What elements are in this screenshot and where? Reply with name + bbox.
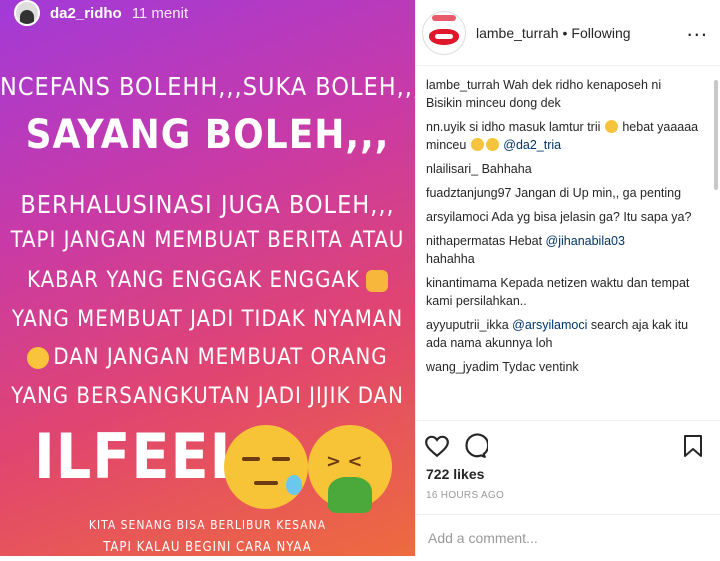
story-line: ILFEEL	[34, 420, 247, 493]
heart-icon[interactable]	[424, 433, 450, 459]
story-line: NCEFANS BOLEHH,,,SUKA BOLEH,,,	[0, 72, 415, 101]
fist-emoji-icon	[365, 270, 388, 292]
thinking-emoji-icon	[27, 347, 50, 369]
story-line: YANG MEMBUAT JADI TIDAK NYAMAN	[11, 307, 404, 332]
comment-mention[interactable]: @jihanabila03	[546, 234, 625, 248]
comment-username[interactable]: nn.uyik	[426, 120, 466, 134]
comment: arsyilamoci Ada yg bisa jelasin ga? Itu …	[426, 208, 711, 226]
vomiting-face-emoji-icon: > <	[308, 425, 392, 513]
comment: nithapermatas Hebat @jihanabila03 hahahh…	[426, 232, 711, 268]
comment-text: Wah dek ridho kenaposeh ni	[503, 78, 662, 92]
comment: nlailisari_ Bahhaha	[426, 160, 711, 178]
post-header: lambe_turrah • Following ...	[416, 0, 720, 66]
comment-username[interactable]: kinantimama	[426, 276, 497, 290]
comment: wang_jyadim Tydac ventink	[426, 358, 711, 376]
likes-count[interactable]: 722 likes	[426, 466, 484, 482]
account-avatar[interactable]	[422, 10, 466, 55]
story-username: da2_ridho	[50, 4, 122, 22]
comment-username[interactable]: nithapermatas	[426, 234, 505, 248]
follow-status-button[interactable]: Following	[571, 25, 630, 41]
comment-icon[interactable]	[462, 433, 488, 459]
comment-text: Jangan di Up min,, ga penting	[514, 186, 682, 200]
comment-text: Hebat	[508, 234, 543, 248]
story-screenshot: da2_ridho 11 menit NCEFANS BOLEHH,,,SUKA…	[0, 0, 415, 556]
story-time: 11 menit	[131, 4, 189, 22]
add-comment-input[interactable]	[426, 529, 690, 547]
comment-username[interactable]: wang_jyadim	[426, 360, 499, 374]
story-caption: KITA SENANG BISA BERLIBUR KESANA	[88, 518, 327, 532]
comment-username[interactable]: arsyilamoci	[426, 210, 489, 224]
comment: ayyuputrii_ikka @arsyilamoci search aja …	[426, 316, 711, 352]
comments-list[interactable]: lambe_turrah Wah dek ridho kenaposeh ni …	[416, 76, 720, 420]
story-line: KABAR YANG ENGGAK ENGGAK	[27, 268, 360, 293]
story-line: SAYANG BOLEH,,,	[25, 112, 390, 158]
post-timestamp[interactable]: 16 HOURS AGO	[426, 490, 504, 501]
comment-username[interactable]: lambe_turrah	[426, 78, 500, 92]
lips-logo-icon	[429, 28, 459, 45]
laughing-emoji-icon	[604, 120, 618, 133]
laughing-emoji-icon	[470, 138, 484, 151]
comment-text: Tydac ventink	[502, 360, 579, 374]
story-line: DAN JANGAN MEMBUAT ORANG	[53, 345, 388, 370]
comment-text: Bahhaha	[481, 162, 532, 176]
comments-scrollbar[interactable]	[714, 80, 718, 190]
story-line: YANG BERSANGKUTAN JADI JIJIK DAN	[11, 384, 404, 409]
post-sidebar: lambe_turrah • Following ... lambe_turrah …	[415, 0, 720, 556]
bookmark-icon[interactable]	[681, 433, 705, 459]
comment-mention[interactable]: @arsyilamoci	[512, 318, 587, 332]
story-header: da2_ridho 11 menit	[14, 0, 188, 26]
comment: kinantimama Kepada netizen waktu dan tem…	[426, 274, 711, 310]
comment: fuadztanjung97 Jangan di Up min,, ga pen…	[426, 184, 711, 202]
account-username[interactable]: lambe_turrah	[476, 25, 559, 41]
header-text: lambe_turrah • Following	[476, 25, 631, 41]
sleepy-face-emoji-icon	[224, 425, 308, 509]
story-line-with-emoji: DAN JANGAN MEMBUAT ORANG	[0, 345, 415, 370]
comment-username[interactable]: ayyuputrii_ikka	[426, 318, 509, 332]
story-line: TAPI JANGAN MEMBUAT BERITA ATAU	[10, 228, 405, 253]
separator: •	[562, 24, 568, 41]
comment-text: Bisikin minceu dong dek	[426, 96, 561, 110]
comment-text: si idho masuk lamtur trii	[469, 120, 601, 134]
laughing-emoji-icon	[485, 138, 499, 151]
story-line-with-emoji: KABAR YANG ENGGAK ENGGAK	[0, 268, 415, 293]
add-comment-bar	[416, 514, 720, 556]
comment-username[interactable]: fuadztanjung97	[426, 186, 512, 200]
comment-mention[interactable]: @da2_tria	[503, 138, 561, 152]
story-avatar	[14, 0, 40, 26]
more-options-icon[interactable]: ...	[687, 16, 708, 42]
comment-username[interactable]: nlailisari_	[426, 162, 478, 176]
story-line: BERHALUSINASI JUGA BOLEH,,,	[20, 190, 395, 219]
comment: nn.uyik si idho masuk lamtur trii hebat …	[426, 118, 711, 154]
comment: lambe_turrah Wah dek ridho kenaposeh ni …	[426, 76, 711, 112]
comment-text: hahahha	[426, 252, 475, 266]
instagram-post: da2_ridho 11 menit NCEFANS BOLEHH,,,SUKA…	[0, 0, 720, 556]
story-caption: TAPI KALAU BEGINI CARA NYAA	[103, 540, 312, 555]
comment-text: Ada yg bisa jelasin ga? Itu sapa ya?	[491, 210, 692, 224]
